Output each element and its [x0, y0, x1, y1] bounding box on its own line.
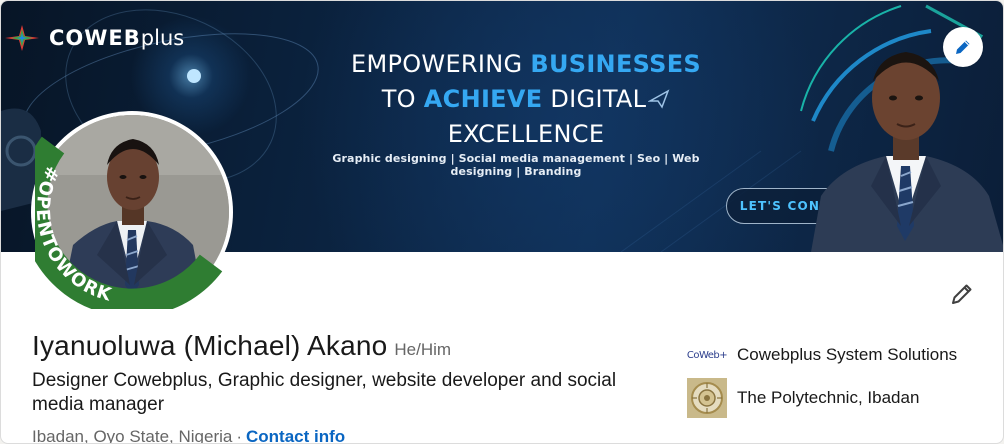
edit-banner-button[interactable]: [943, 27, 983, 67]
profile-location-row: Ibadan, Oyo State, Nigeria · Contact info: [32, 427, 345, 444]
pencil-icon: [956, 40, 970, 54]
current-company[interactable]: CoWeb+ Cowebplus System Solutions: [687, 335, 957, 375]
paper-plane-icon: [647, 89, 670, 109]
profile-name-row: Iyanuoluwa (Michael) Akano He/Him: [32, 330, 451, 362]
education-school[interactable]: The Polytechnic, Ibadan: [687, 378, 919, 418]
banner-services: Graphic designing | Social media managem…: [332, 152, 700, 178]
profile-location: Ibadan, Oyo State, Nigeria: [32, 427, 233, 444]
open-to-work-ring: #OPENTOWORK: [35, 136, 223, 309]
profile-photo[interactable]: #OPENTOWORK: [31, 111, 233, 313]
pencil-icon: [952, 284, 972, 304]
coweb-logo: COWEBplus: [3, 23, 184, 53]
location-separator: ·: [236, 427, 243, 444]
contact-info-link[interactable]: Contact info: [246, 427, 345, 443]
coweb-star-icon: [5, 25, 39, 51]
edit-intro-button[interactable]: [945, 277, 979, 311]
profile-name: Iyanuoluwa (Michael) Akano: [32, 330, 388, 361]
coweb-logo-text: COWEBplus: [49, 26, 185, 50]
profile-card: COWEBplus EMPOWERING BUSINESSES TO ACHIE…: [0, 0, 1004, 444]
school-logo: [687, 378, 727, 418]
open-to-work-badge: #OPENTOWORK: [35, 163, 114, 306]
company-logo: CoWeb+: [686, 349, 728, 361]
company-name: Cowebplus System Solutions: [737, 345, 958, 364]
banner-headline: EMPOWERING BUSINESSES TO ACHIEVE DIGITAL…: [350, 50, 702, 148]
profile-headline: Designer Cowebplus, Graphic designer, we…: [32, 370, 617, 415]
school-name: The Polytechnic, Ibadan: [737, 388, 920, 407]
profile-pronouns: He/Him: [394, 340, 452, 359]
